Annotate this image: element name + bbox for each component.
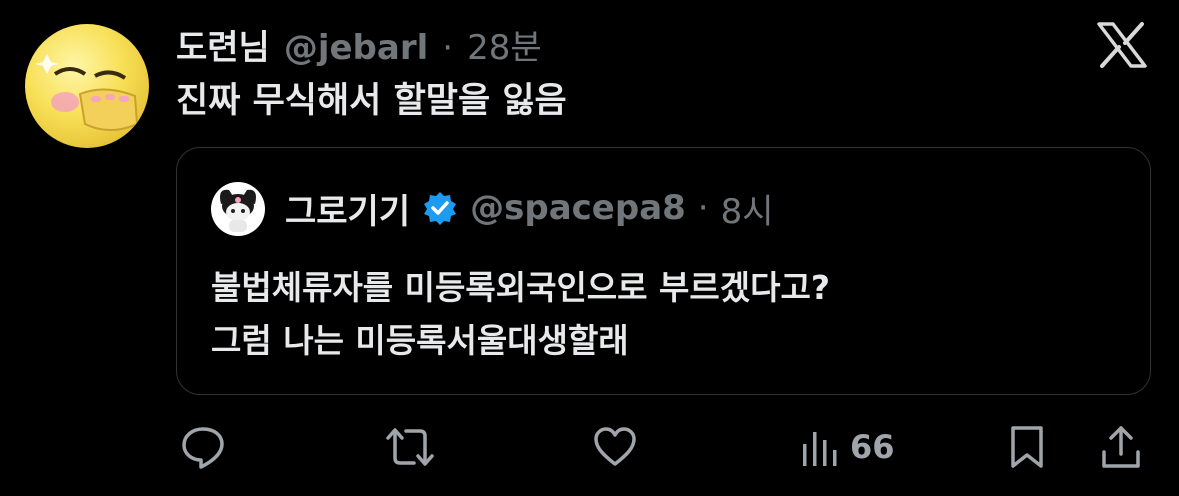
like-icon — [594, 427, 636, 466]
repost-icon — [386, 428, 434, 466]
quote-text-line: 그럼 나는 미등록서울대생할래 — [211, 321, 629, 360]
quote-text-line: 불법체류자를 미등록외국인으로 부르겠다고? — [211, 268, 830, 307]
quote-author-name[interactable]: 그로기기 — [285, 184, 410, 233]
quote-timestamp[interactable]: 8시 — [721, 184, 774, 233]
author-name[interactable]: 도련님 — [176, 20, 270, 69]
tweet-text: 진짜 무식해서 할말을 잃음 — [176, 81, 567, 121]
bookmark-icon — [1011, 426, 1043, 468]
quote-author-avatar[interactable] — [211, 182, 265, 236]
views-icon — [803, 432, 837, 466]
quoted-tweet-card[interactable]: 그로기기 @spacepa8 · 8시 불법체류자를 미등록외국인으로 부르겠다… — [176, 147, 1151, 395]
author-handle[interactable]: @jebarl — [284, 28, 428, 68]
share-icon — [1102, 426, 1140, 468]
quote-author-handle[interactable]: @spacepa8 — [470, 188, 686, 228]
reply-icon — [182, 427, 224, 469]
face-emoji-image — [35, 54, 139, 131]
x-logo-icon — [1097, 22, 1147, 68]
quote-header: 그로기기 @spacepa8 · 8시 — [285, 184, 774, 232]
views-count: 66 — [850, 428, 895, 466]
quote-header-separator: · — [697, 188, 709, 228]
bookmark-button[interactable] — [1008, 424, 1046, 470]
repost-button[interactable] — [384, 424, 436, 470]
author-avatar[interactable] — [25, 24, 149, 148]
tweet-timestamp[interactable]: 28분 — [467, 20, 542, 69]
kuromi-avatar-image — [220, 189, 256, 232]
tweet-header: 도련님 @jebarl · 28분 — [176, 20, 542, 69]
header-separator: · — [442, 28, 454, 68]
reply-button[interactable] — [180, 424, 226, 470]
views-button[interactable]: 66 — [800, 424, 895, 470]
share-button[interactable] — [1100, 424, 1142, 470]
verified-badge-icon — [422, 190, 458, 226]
like-button[interactable] — [592, 424, 638, 470]
